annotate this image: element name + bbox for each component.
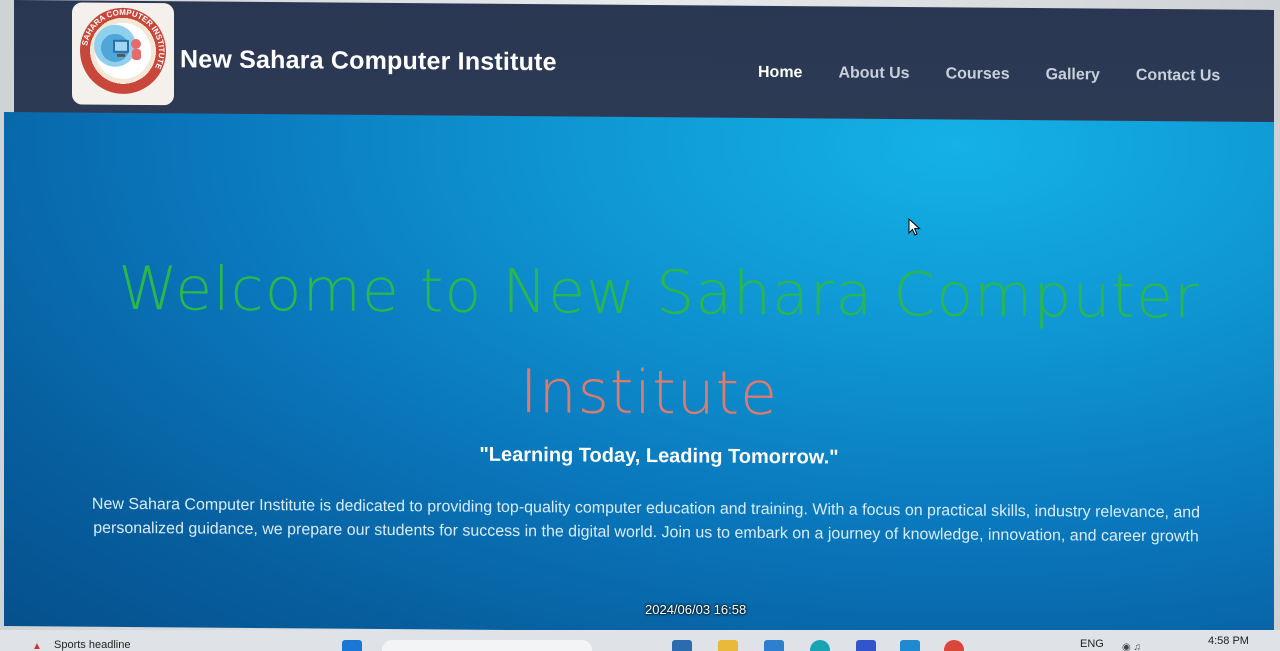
nav-courses[interactable]: Courses — [946, 65, 1010, 84]
hero-description: New Sahara Computer Institute is dedicat… — [91, 495, 1201, 546]
file-explorer-icon[interactable] — [672, 640, 692, 651]
nav-about-us[interactable]: About Us — [838, 64, 909, 83]
hero-title-line1: Welcome to New Sahara Computer — [118, 253, 1200, 333]
nav-gallery[interactable]: Gallery — [1046, 66, 1100, 84]
edge-icon[interactable] — [810, 640, 830, 651]
nav-contact-us[interactable]: Contact Us — [1136, 67, 1220, 86]
search-box-icon[interactable] — [382, 640, 592, 651]
store-icon[interactable] — [764, 640, 784, 651]
site-title[interactable]: New Sahara Computer Institute — [180, 45, 557, 77]
photo-timestamp: 2024/06/03 16:58 — [645, 602, 747, 617]
clock[interactable]: 4:58 PM — [1208, 635, 1249, 647]
app-icon[interactable] — [856, 640, 876, 651]
taskbar-news[interactable]: Sports headline — [54, 639, 130, 651]
logo[interactable]: SAHARA COMPUTER INSTITUTE — [72, 2, 174, 106]
taskbar: ▲ Sports headline ENG ◉ ♫ 4:58 PM — [0, 630, 1280, 651]
start-icon[interactable] — [342, 640, 362, 651]
mouse-cursor-icon — [908, 218, 921, 236]
chrome-icon[interactable] — [944, 640, 964, 651]
logo-seal-icon: SAHARA COMPUTER INSTITUTE — [80, 8, 166, 72]
screen: SAHARA COMPUTER INSTITUTE New Sahara Com… — [0, 0, 1280, 651]
wifi-volume-icon[interactable]: ◉ ♫ — [1122, 642, 1141, 651]
svg-text:SAHARA COMPUTER INSTITUTE: SAHARA COMPUTER INSTITUTE — [80, 8, 166, 72]
nav-home[interactable]: Home — [758, 64, 802, 82]
hero-section: Welcome to New Sahara Computer Institute… — [4, 112, 1274, 636]
hero-title: Welcome to New Sahara Computer Institute — [4, 238, 1274, 448]
news-icon: ▲ — [32, 641, 42, 651]
vscode-icon[interactable] — [900, 640, 920, 651]
main-nav: Home About Us Courses Gallery Contact Us — [758, 64, 1256, 86]
hero-title-line2: Institute — [519, 357, 779, 430]
folder-icon[interactable] — [718, 640, 738, 651]
language-indicator[interactable]: ENG — [1080, 638, 1104, 650]
